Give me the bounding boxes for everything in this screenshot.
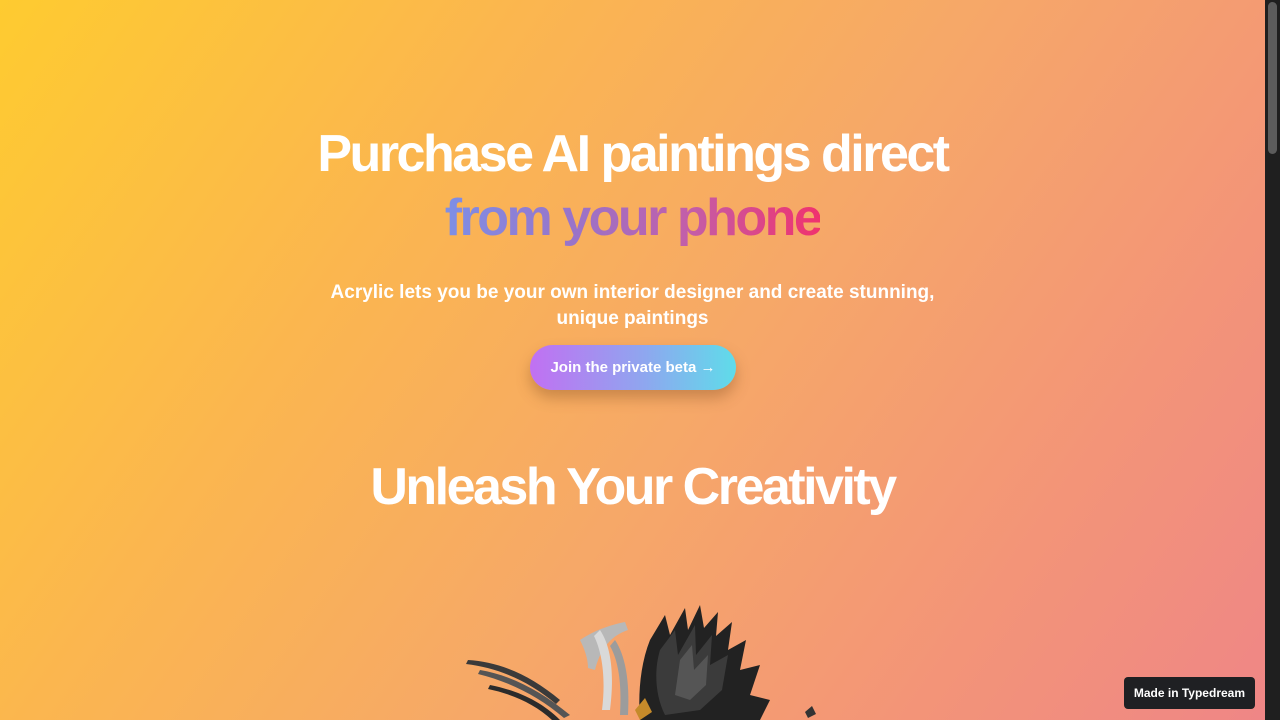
abstract-brushstroke-art	[466, 605, 816, 720]
landing-page: Purchase AI paintings direct from your p…	[0, 0, 1265, 720]
scrollbar-thumb[interactable]	[1268, 2, 1277, 154]
section-title: Unleash Your Creativity	[370, 458, 897, 516]
hero-title-line2: from your phone	[0, 186, 1265, 250]
hero-title-line1: Purchase AI paintings direct	[317, 125, 950, 183]
join-beta-button[interactable]: Join the private beta →	[530, 345, 736, 390]
hero-title-gradient-text: from your phone	[444, 189, 823, 247]
hero-subtitle: Acrylic lets you be your own interior de…	[330, 282, 935, 329]
vertical-scrollbar[interactable]	[1265, 0, 1280, 720]
made-in-typedream-badge[interactable]: Made in Typedream	[1123, 677, 1255, 709]
